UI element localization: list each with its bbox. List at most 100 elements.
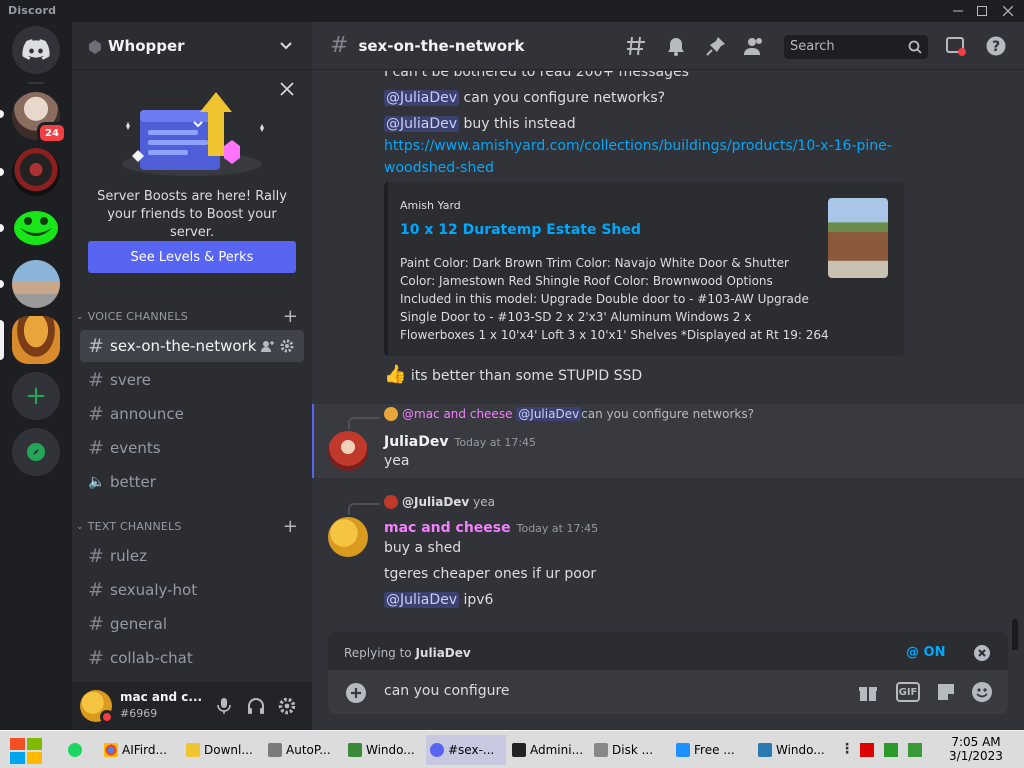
user-panel: mac and c... #6969 [72,682,312,730]
channel-sex-on-the-network[interactable]: # sex-on-the-network [80,330,304,362]
channel-events[interactable]: # events [80,432,304,464]
channel-better[interactable]: 🔈 better [80,466,304,498]
unread-pill [0,280,4,288]
explore-servers-button[interactable] [12,428,60,476]
taskbar-item[interactable]: Downl... [182,735,262,765]
taskbar-item[interactable]: AIFird... [100,735,172,765]
timestamp: Today at 17:45 [454,436,537,449]
taskbar-item[interactable]: AutoP... [264,735,342,765]
message-header: JuliaDev Today at 17:45 [384,431,536,450]
gif-button[interactable]: GIF [896,682,920,702]
mention[interactable]: @JuliaDev [384,90,460,106]
category-text-channels[interactable]: ⌄ TEXT CHANNELS + [76,516,304,537]
link[interactable]: woodshed-shed [384,160,494,176]
embed-thumbnail[interactable] [828,198,888,278]
author-name[interactable]: mac and cheese [384,520,511,536]
taskbar-item[interactable]: Disk ... [590,735,670,765]
server-icon-building[interactable] [12,260,60,308]
server-header[interactable]: Whopper [72,22,312,70]
user-tag: #6969 [120,707,158,720]
close-icon[interactable] [280,82,294,96]
add-server-button[interactable]: + [12,372,60,420]
channel-collab-chat[interactable]: # collab-chat [80,642,304,674]
unread-pill [0,224,4,232]
message-text: buy a shed [384,540,462,556]
channel-sidebar: Whopper Server Boosts are here! Rally yo… [72,22,312,730]
search-box[interactable]: Search [784,35,928,59]
clock[interactable]: 7:05 AM 3/1/2023 [936,735,1016,763]
category-voice-channels[interactable]: ⌄ VOICE CHANNELS + [76,306,304,327]
channel-label: sex-on-the-network [110,337,257,355]
channel-label: svere [110,371,151,389]
add-channel-icon[interactable]: + [283,306,298,327]
close-circle-icon[interactable] [974,645,990,661]
network-icon[interactable] [884,743,898,757]
link[interactable]: https://www.amishyard.com/collections/bu… [384,138,892,154]
direct-messages-button[interactable] [12,26,60,74]
microphone-icon[interactable] [216,697,232,715]
gift-icon[interactable] [858,682,878,702]
server-icon-whopper[interactable] [12,316,60,364]
members-icon[interactable] [744,36,766,56]
channel-rulez[interactable]: # rulez [80,540,304,572]
message-input[interactable]: can you configure [384,683,514,699]
taskbar-item-discord[interactable]: #sex-... [426,735,506,765]
message-text: I can't be bothered to read 200+ message… [384,71,689,80]
server-icon-red[interactable] [12,148,60,196]
embed-title[interactable]: 10 x 12 Duratemp Estate Shed [400,222,641,238]
sticker-icon[interactable] [936,682,956,702]
mention-badge: 24 [37,122,67,144]
add-attachment-icon[interactable] [346,683,366,703]
spotify-icon[interactable] [68,743,82,757]
mention[interactable]: @JuliaDev [384,592,460,608]
channel-general[interactable]: # general [80,608,304,640]
mention[interactable]: @JuliaDev [384,116,460,132]
server-icon-trollface[interactable] [12,204,60,252]
bell-icon[interactable] [666,36,686,56]
emoji-icon[interactable] [972,682,992,702]
channel-announce[interactable]: # announce [80,398,304,430]
close-window-button[interactable] [996,0,1020,22]
mention-toggle[interactable]: @ ON [906,645,945,660]
reply-reference[interactable]: @JuliaDev yea [384,495,495,509]
taskbar-item[interactable]: Free ... [672,735,752,765]
pin-icon[interactable] [706,36,726,56]
maximize-button[interactable] [970,0,994,22]
taskbar-item[interactable]: Windo... [754,735,834,765]
channel-sexualy-hot[interactable]: # sexualy-hot [80,574,304,606]
channel-svere[interactable]: # svere [80,364,304,396]
invite-icon[interactable] [260,339,274,353]
minimize-button[interactable] [946,0,970,22]
message-text: @JuliaDev buy this instead [384,116,576,132]
headphones-icon[interactable] [247,697,265,715]
reply-reference[interactable]: @mac and cheese @JuliaDev can you config… [384,407,754,421]
message-text: 👍 its better than some STUPID SSD [384,364,643,385]
see-levels-perks-button[interactable]: See Levels & Perks [88,241,296,273]
maximize-icon [977,6,987,16]
author-name[interactable]: JuliaDev [384,434,448,450]
speaker-icon: 🔈 [88,474,106,490]
gear-icon[interactable] [278,697,296,715]
taskbar-item[interactable]: Windo... [344,735,424,765]
volume-icon[interactable] [908,743,922,757]
channel-label: better [110,473,156,491]
boost-illustration [122,92,264,176]
threads-icon[interactable] [626,36,648,56]
channel-header: # sex-on-the-network Search ? [312,22,1024,70]
boost-text: Server Boosts are here! Rally your frien… [97,189,287,240]
scrollbar-thumb[interactable] [1012,619,1018,650]
hash-icon: # [88,647,104,669]
avatar[interactable] [328,431,368,471]
taskbar-item[interactable]: Admini... [508,735,588,765]
inbox-icon[interactable] [946,36,966,56]
flag-icon[interactable] [860,743,874,757]
windows-start-icon[interactable] [10,738,42,764]
avatar[interactable] [328,517,368,557]
reply-connector [348,417,380,429]
gear-icon[interactable] [280,339,294,353]
help-icon[interactable]: ? [986,36,1006,56]
add-channel-icon[interactable]: + [283,516,298,537]
overflow-icon[interactable]: ⋮ [840,741,854,757]
minimize-icon [953,10,963,12]
embed-provider: Amish Yard [400,199,461,212]
